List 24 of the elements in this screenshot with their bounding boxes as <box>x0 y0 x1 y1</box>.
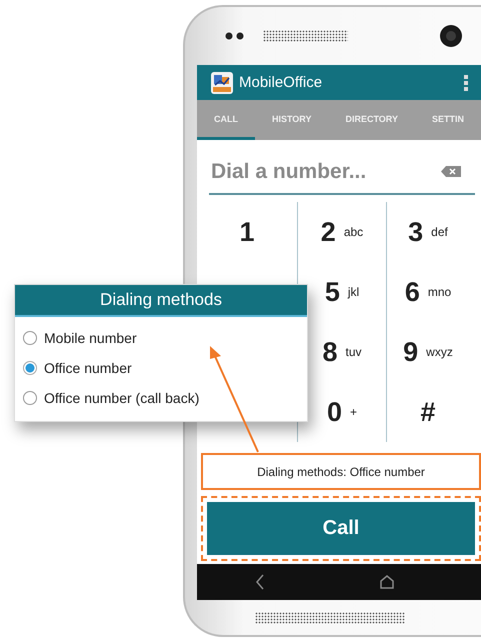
keypad-key[interactable]: 6 mno <box>387 262 469 322</box>
option-label[interactable]: Office number (call back) <box>44 390 200 406</box>
radio-button[interactable] <box>23 331 37 345</box>
keypad-key[interactable]: # <box>387 382 469 442</box>
dialing-method-status: Dialing methods: Office number <box>201 453 481 490</box>
keypad-key[interactable]: 1 <box>197 202 297 262</box>
app-logo-icon <box>211 72 233 94</box>
radio-button[interactable] <box>23 361 37 375</box>
home-icon[interactable] <box>380 575 394 589</box>
keypad-key[interactable]: 3 def <box>387 202 469 262</box>
option-label[interactable]: Office number <box>44 360 132 376</box>
back-icon[interactable] <box>254 574 264 590</box>
app-title: MobileOffice <box>239 74 322 91</box>
camera-icon <box>439 24 463 48</box>
overflow-menu-icon[interactable] <box>463 74 469 92</box>
keypad-key[interactable]: 2 abc <box>297 202 387 262</box>
dialog-title: Dialing methods <box>15 285 307 317</box>
backspace-icon[interactable] <box>441 166 461 177</box>
sensor-icon <box>225 32 245 40</box>
option-label[interactable]: Mobile number <box>44 330 137 346</box>
call-button[interactable]: Call <box>207 502 475 555</box>
radio-button[interactable] <box>23 391 37 405</box>
dial-field[interactable]: Dial a number... <box>209 158 441 184</box>
keypad-key[interactable]: 9 wxyz <box>387 322 469 382</box>
